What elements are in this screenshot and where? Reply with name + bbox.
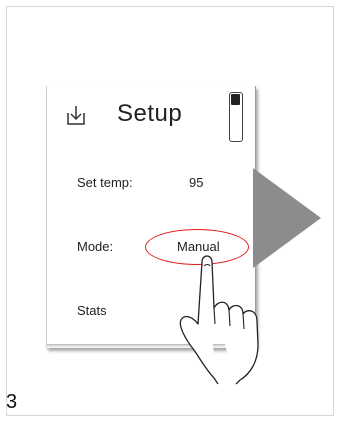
set-temp-value: 95 bbox=[189, 175, 204, 190]
battery-level bbox=[231, 94, 240, 105]
mode-label: Mode: bbox=[77, 239, 114, 254]
battery-icon bbox=[229, 92, 243, 142]
step-number: 3 bbox=[6, 391, 18, 413]
stats-label: Stats bbox=[77, 303, 107, 318]
hand-pointer-icon bbox=[179, 255, 259, 385]
set-temp-label: Set temp: bbox=[77, 175, 133, 190]
download-icon[interactable] bbox=[65, 104, 87, 126]
setup-header: Setup bbox=[47, 86, 255, 153]
setup-title: Setup bbox=[117, 100, 183, 127]
set-temp-row[interactable]: Set temp: 95 bbox=[47, 152, 255, 217]
